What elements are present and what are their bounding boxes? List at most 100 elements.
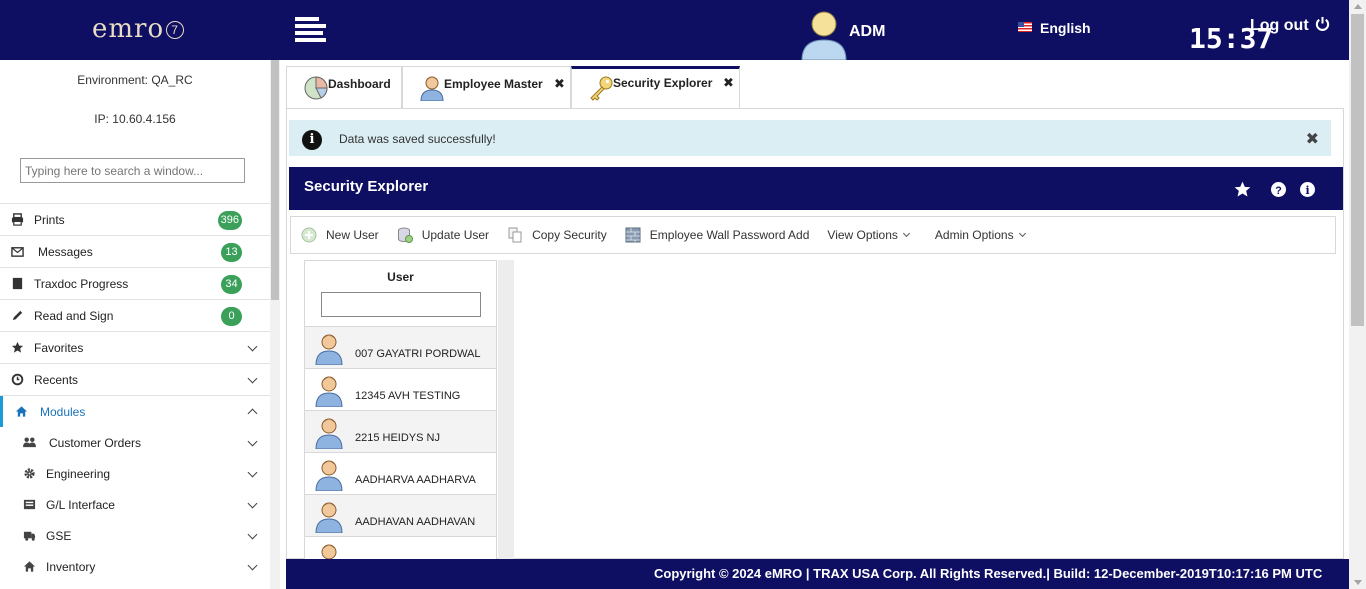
user-avatar-icon — [315, 333, 343, 366]
sidebar-item-read-and-sign[interactable]: Read and Sign 0 — [0, 299, 270, 331]
table-row[interactable]: AADHAVAN AADHAVAN — [305, 495, 496, 537]
table-row[interactable]: 2215 HEIDYS NJ — [305, 411, 496, 453]
user-avatar-icon — [315, 543, 343, 559]
logo-text: emro — [92, 14, 165, 44]
alert-message: Data was saved successfully! — [339, 132, 496, 146]
help-icon[interactable]: ? — [1271, 182, 1286, 197]
star-icon — [10, 341, 24, 355]
admin-options-dropdown[interactable]: Admin Options — [934, 228, 1026, 242]
environment-label: Environment: QA_RC — [77, 73, 193, 87]
sidebar-item-engineering[interactable]: Engineering — [0, 458, 270, 489]
copyright-text: Copyright © 2024 eMRO | TRAX USA Corp. A… — [654, 566, 1323, 581]
scroll-up-arrow-icon[interactable] — [1354, 4, 1362, 9]
sidebar-item-gse[interactable]: GSE — [0, 520, 270, 551]
printer-icon — [10, 213, 24, 227]
panel-title: Security Explorer — [304, 178, 429, 195]
info-icon: i — [302, 130, 322, 150]
book-icon — [10, 277, 24, 291]
close-tab-icon[interactable]: ✖ — [723, 75, 734, 91]
chevron-down-icon — [247, 373, 258, 384]
prints-count-badge: 396 — [217, 211, 242, 230]
user-grid-scrollbar[interactable] — [498, 260, 514, 560]
copy-security-label: Copy Security — [532, 228, 607, 242]
key-icon — [590, 76, 613, 101]
info-circle-icon[interactable]: i — [1300, 182, 1315, 197]
sidebar-item-label: Modules — [40, 404, 86, 419]
tab-security-explorer[interactable]: Security Explorer ✖ — [571, 66, 740, 108]
copy-icon — [508, 227, 522, 243]
logout-button[interactable]: Log out — [1250, 16, 1330, 35]
user-name[interactable]: ADM — [849, 23, 885, 41]
table-row[interactable] — [305, 537, 496, 559]
ledger-icon — [22, 498, 36, 512]
user-grid-rows: 007 GAYATRI PORDWAL 12345 AVH TESTING 2215… — [305, 327, 496, 559]
database-update-icon — [397, 227, 413, 243]
new-user-button[interactable]: New User — [301, 227, 379, 243]
chevron-down-icon — [247, 436, 258, 447]
user-filter-input[interactable] — [320, 292, 481, 317]
sidebar-item-customer-orders[interactable]: Customer Orders — [0, 427, 270, 458]
sidebar-item-gl-interface[interactable]: G/L Interface — [0, 489, 270, 520]
page-scrollbar[interactable] — [1349, 0, 1366, 589]
emro-logo[interactable]: emro 7 — [92, 14, 185, 44]
tab-dashboard[interactable]: Dashboard — [286, 66, 402, 108]
window-search-input[interactable] — [20, 158, 245, 183]
new-user-label: New User — [326, 228, 379, 242]
user-name-cell: 12345 AVH TESTING — [355, 390, 461, 402]
sidebar-item-favorites[interactable]: Favorites — [0, 331, 270, 363]
copy-security-button[interactable]: Copy Security — [507, 227, 607, 243]
user-avatar-icon — [315, 417, 343, 450]
table-row[interactable]: AADHARVA AADHARVA — [305, 453, 496, 495]
user-name-cell: 007 GAYATRI PORDWAL — [355, 348, 481, 360]
scrollbar-thumb[interactable] — [1351, 14, 1364, 326]
ip-label: IP: 10.60.4.156 — [94, 112, 176, 126]
caret-down-icon — [902, 229, 910, 237]
chevron-down-icon — [247, 341, 258, 352]
module-label: G/L Interface — [46, 497, 115, 512]
sidebar-scrollbar-thumb[interactable] — [271, 60, 279, 300]
close-alert-icon[interactable]: ✖ — [1306, 129, 1319, 149]
pie-chart-icon — [304, 76, 328, 100]
sidebar-item-recents[interactable]: Recents — [0, 363, 270, 395]
table-row[interactable]: 007 GAYATRI PORDWAL — [305, 327, 496, 369]
update-user-button[interactable]: Update User — [397, 227, 489, 243]
language-label: English — [1040, 20, 1091, 36]
language-selector[interactable]: English — [1018, 20, 1091, 36]
truck-icon — [22, 529, 36, 543]
employee-wall-password-add-button[interactable]: Employee Wall Password Add — [625, 227, 809, 243]
sidebar-item-label: Recents — [34, 372, 79, 387]
close-tab-icon[interactable]: ✖ — [554, 76, 565, 92]
favorite-star-icon[interactable] — [1234, 181, 1251, 198]
sidebar-item-label: Read and Sign — [34, 308, 114, 323]
messages-count-badge: 13 — [221, 243, 242, 262]
sidebar-item-label: Prints — [34, 212, 65, 227]
chevron-down-icon — [247, 467, 258, 478]
scroll-down-arrow-icon[interactable] — [1354, 580, 1362, 585]
sidebar-menu: Prints 396 Messages 13 Traxdoc Progress … — [0, 203, 270, 582]
clock-icon — [10, 373, 24, 387]
user-avatar-icon[interactable] — [800, 10, 848, 60]
user-column-header[interactable]: User — [305, 261, 496, 284]
sidebar-item-modules[interactable]: Modules — [0, 395, 270, 427]
tab-employee-master[interactable]: Employee Master ✖ — [402, 66, 571, 108]
tab-label: Employee Master — [444, 77, 543, 91]
chevron-down-icon — [247, 529, 258, 540]
panel-header: Security Explorer ? i — [289, 167, 1343, 210]
pencil-icon — [10, 309, 24, 323]
sidebar-item-inventory[interactable]: Inventory — [0, 551, 270, 582]
module-label: Engineering — [46, 466, 111, 481]
users-icon — [22, 436, 36, 450]
sidebar-item-prints[interactable]: Prints 396 — [0, 203, 270, 235]
chevron-down-icon — [247, 560, 258, 571]
view-options-dropdown[interactable]: View Options — [827, 228, 910, 242]
admin-options-label: Admin Options — [934, 228, 1014, 242]
chevron-up-icon — [247, 408, 258, 419]
sidebar-scrollbar[interactable] — [270, 60, 280, 589]
sidebar-item-traxdoc-progress[interactable]: Traxdoc Progress 34 — [0, 267, 270, 299]
table-row[interactable]: 12345 AVH TESTING — [305, 369, 496, 411]
hamburger-menu-icon[interactable] — [295, 17, 326, 42]
chevron-down-icon — [247, 498, 258, 509]
traxdoc-count-badge: 34 — [221, 275, 242, 294]
user-avatar-icon — [315, 501, 343, 534]
sidebar-item-messages[interactable]: Messages 13 — [0, 235, 270, 267]
